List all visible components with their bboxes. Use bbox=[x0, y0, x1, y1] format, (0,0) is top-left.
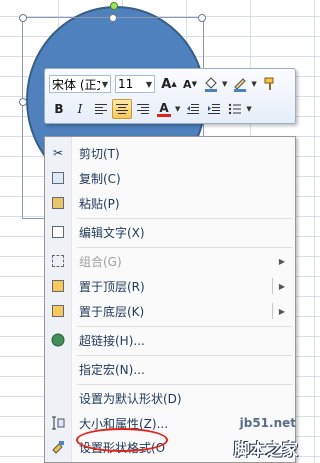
paste-icon bbox=[45, 197, 71, 209]
menu-separator bbox=[77, 355, 293, 356]
font-size-value: 11 bbox=[118, 77, 134, 91]
mini-toolbar: 宋体 (正文 ▼ 11 ▼ A▲ A▼ ▼ ▼ bbox=[44, 68, 296, 124]
menu-item-group[interactable]: 组合(G) ▶ bbox=[45, 249, 295, 273]
increase-indent-button[interactable] bbox=[204, 99, 224, 119]
align-right-icon bbox=[137, 104, 149, 114]
bullets-icon bbox=[229, 103, 242, 115]
resize-handle-left[interactable] bbox=[19, 98, 27, 106]
group-icon bbox=[45, 255, 71, 267]
watermark-site: jb51.net bbox=[239, 416, 296, 430]
bold-button[interactable]: B bbox=[49, 99, 69, 119]
context-menu: ✂ 剪切(T) 复制(C) 粘贴(P) 编辑文字(X) 组合(G) ▶ 置于顶层… bbox=[44, 136, 296, 463]
menu-item-paste[interactable]: 粘贴(P) bbox=[45, 191, 295, 215]
chevron-down-icon: ▼ bbox=[145, 79, 153, 89]
format-painter-button[interactable] bbox=[260, 74, 280, 94]
font-name-combo[interactable]: 宋体 (正文 ▼ bbox=[49, 75, 111, 93]
grow-font-button[interactable]: A ▲ bbox=[159, 74, 179, 94]
menu-separator bbox=[77, 218, 293, 219]
font-name-value: 宋体 (正文 bbox=[52, 77, 100, 92]
split-divider bbox=[272, 278, 273, 294]
submenu-arrow-icon[interactable]: ▶ bbox=[279, 307, 285, 316]
send-to-back-icon bbox=[45, 305, 71, 317]
resize-handle-tr[interactable] bbox=[198, 14, 206, 22]
shrink-font-icon: A bbox=[183, 77, 192, 91]
size-properties-icon bbox=[45, 416, 71, 430]
fill-color-button[interactable] bbox=[201, 74, 221, 94]
menu-item-copy[interactable]: 复制(C) bbox=[45, 166, 295, 190]
align-left-button[interactable] bbox=[91, 99, 111, 119]
menu-item-edit-text[interactable]: 编辑文字(X) bbox=[45, 220, 295, 244]
red-highlight-circle bbox=[76, 428, 168, 452]
menu-item-send-to-back[interactable]: 置于底层(K) ▶ bbox=[45, 299, 295, 323]
copy-icon bbox=[45, 172, 71, 184]
pencil-icon bbox=[234, 78, 247, 92]
italic-button[interactable]: I bbox=[70, 99, 90, 119]
menu-separator bbox=[77, 326, 293, 327]
menu-item-assign-macro[interactable]: 指定宏(N)... bbox=[45, 357, 295, 381]
chevron-down-icon[interactable]: ▼ bbox=[175, 105, 180, 113]
submenu-arrow-icon[interactable]: ▶ bbox=[279, 282, 285, 291]
chevron-down-icon[interactable]: ▼ bbox=[251, 80, 256, 88]
font-color-icon: A bbox=[159, 100, 169, 115]
italic-icon: I bbox=[77, 102, 83, 116]
line-color-button[interactable] bbox=[230, 74, 250, 94]
bullets-button[interactable] bbox=[225, 99, 245, 119]
format-shape-icon bbox=[45, 440, 71, 454]
chevron-down-icon[interactable]: ▼ bbox=[222, 80, 227, 88]
align-center-button[interactable] bbox=[112, 99, 132, 119]
hyperlink-icon bbox=[45, 333, 71, 347]
shrink-font-button[interactable]: A ▼ bbox=[180, 74, 200, 94]
format-painter-icon bbox=[264, 77, 274, 90]
increase-indent-icon bbox=[208, 104, 221, 114]
chevron-down-icon[interactable]: ▼ bbox=[246, 105, 251, 113]
grow-font-icon: A bbox=[161, 76, 172, 92]
resize-handle-top[interactable] bbox=[109, 14, 117, 22]
align-left-icon bbox=[95, 104, 107, 114]
align-right-button[interactable] bbox=[133, 99, 153, 119]
split-divider bbox=[272, 303, 273, 319]
menu-separator bbox=[77, 247, 293, 248]
resize-handle-tl[interactable] bbox=[19, 14, 27, 22]
rotation-handle[interactable] bbox=[110, 2, 118, 10]
align-center-icon bbox=[116, 104, 128, 114]
chevron-down-icon: ▼ bbox=[101, 79, 109, 89]
bold-icon: B bbox=[54, 102, 64, 116]
submenu-arrow-icon: ▶ bbox=[278, 256, 285, 266]
menu-item-bring-to-front[interactable]: 置于顶层(R) ▶ bbox=[45, 274, 295, 298]
menu-item-cut[interactable]: ✂ 剪切(T) bbox=[45, 141, 295, 165]
paint-bucket-icon bbox=[205, 77, 217, 92]
font-size-combo[interactable]: 11 ▼ bbox=[115, 75, 155, 93]
menu-separator bbox=[77, 384, 293, 385]
edit-text-icon bbox=[45, 226, 71, 238]
menu-item-hyperlink[interactable]: 超链接(H)... bbox=[45, 328, 295, 352]
decrease-indent-button[interactable] bbox=[183, 99, 203, 119]
font-color-button[interactable]: A bbox=[154, 99, 174, 119]
scissors-icon: ✂ bbox=[52, 146, 64, 160]
decrease-indent-icon bbox=[187, 104, 200, 114]
menu-item-set-default-shape[interactable]: 设置为默认形状(D) bbox=[45, 386, 295, 410]
watermark-brand: 脚本之家 bbox=[233, 440, 298, 459]
bring-to-front-icon bbox=[45, 280, 71, 292]
